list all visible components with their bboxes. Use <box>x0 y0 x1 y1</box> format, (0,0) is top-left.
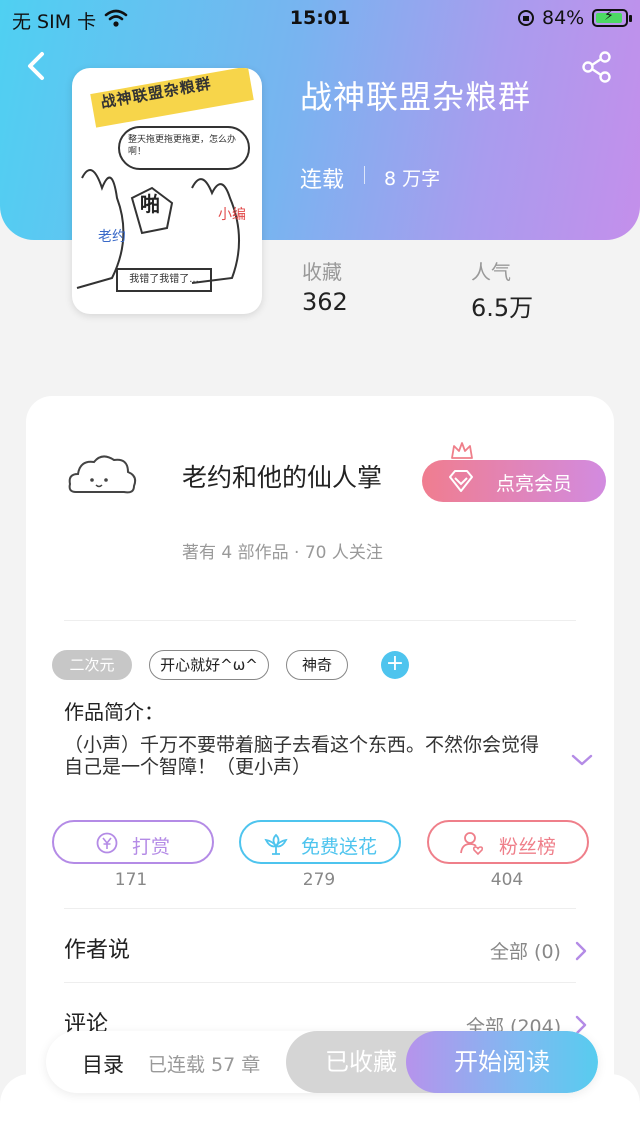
stat-value-favorites: 362 <box>302 288 348 316</box>
share-icon[interactable] <box>580 50 614 84</box>
tag-shenqi[interactable]: 神奇 <box>286 650 348 680</box>
book-status: 连载 <box>300 168 345 193</box>
free-flower-count: 279 <box>302 870 336 890</box>
divider <box>64 620 576 621</box>
author-name[interactable]: 老约和他的仙人掌 <box>182 458 382 494</box>
tag-happy[interactable]: 开心就好^ω^ <box>149 650 269 680</box>
cover-laoyue-text: 老约 <box>98 229 126 245</box>
reward-label: 打赏 <box>132 836 171 858</box>
start-reading-button[interactable]: 开始阅读 <box>406 1031 598 1093</box>
fans-ranking-button[interactable]: 粉丝榜 <box>427 820 589 864</box>
toc-button[interactable]: 目录 <box>82 1049 124 1079</box>
status-bar: 无 SIM 卡 15:01 84% ⚡ <box>0 0 640 36</box>
yen-icon <box>96 832 118 854</box>
author-says-title[interactable]: 作者说 <box>64 932 130 964</box>
cover-pa-text: 啪 <box>140 192 160 216</box>
fans-ranking-count: 404 <box>490 870 524 890</box>
crown-icon <box>451 442 473 459</box>
free-flower-label: 免费送花 <box>301 836 378 858</box>
add-tag-button[interactable]: + <box>381 651 409 679</box>
intro-text: （小声）千万不要带着脑子去看这个东西。不然你会觉得自己是一个智障！（更小声） <box>64 734 540 778</box>
chapter-count[interactable]: 已连载 57 章 <box>148 1050 260 1077</box>
cover-sign: 我错了我错了... <box>116 268 212 292</box>
diamond-icon <box>449 470 473 492</box>
divider <box>64 908 576 909</box>
battery-icon: ⚡ <box>592 8 632 27</box>
author-stats: 著有 4 部作品 · 70 人关注 <box>182 543 383 563</box>
divider <box>64 982 576 983</box>
book-meta-divider <box>364 166 365 184</box>
vip-button[interactable]: 点亮会员 <box>422 460 606 502</box>
stat-value-popularity: 6.5万 <box>471 294 534 322</box>
cover-xiaobian-text: 小编 <box>218 207 246 223</box>
chevron-right-icon[interactable] <box>574 940 588 962</box>
fans-ranking-label: 粉丝榜 <box>499 836 557 858</box>
book-title: 战神联盟杂粮群 <box>300 78 532 116</box>
bottom-action-pill: 目录 已连载 57 章 已收藏 开始阅读 <box>46 1031 598 1093</box>
stat-label-popularity: 人气 <box>471 260 511 284</box>
cover-speech-bubble: 整天拖更拖更拖更，怎么办啊！ <box>118 126 250 170</box>
free-flower-button[interactable]: 免费送花 <box>239 820 401 864</box>
author-avatar[interactable] <box>66 452 140 498</box>
back-icon[interactable] <box>20 48 50 84</box>
chevron-down-icon[interactable] <box>570 752 594 768</box>
author-says-all-link[interactable]: 全部 (0) <box>490 937 561 964</box>
book-word-count: 8 万字 <box>384 168 441 190</box>
intro-label: 作品简介： <box>64 700 164 724</box>
flower-icon <box>264 833 288 855</box>
vip-button-label: 点亮会员 <box>496 473 573 495</box>
orientation-lock-icon <box>518 10 534 26</box>
reward-count: 171 <box>114 870 148 890</box>
fans-icon <box>460 832 484 856</box>
reward-button[interactable]: 打赏 <box>52 820 214 864</box>
battery-percent: 84% <box>542 7 585 29</box>
stat-label-favorites: 收藏 <box>302 260 342 284</box>
tag-erciyuan[interactable]: 二次元 <box>52 650 132 680</box>
book-cover[interactable]: 战神联盟杂粮群 整天拖更拖更拖更，怎么办啊！ 啪 小编 老约 我错了我错了... <box>72 68 262 314</box>
